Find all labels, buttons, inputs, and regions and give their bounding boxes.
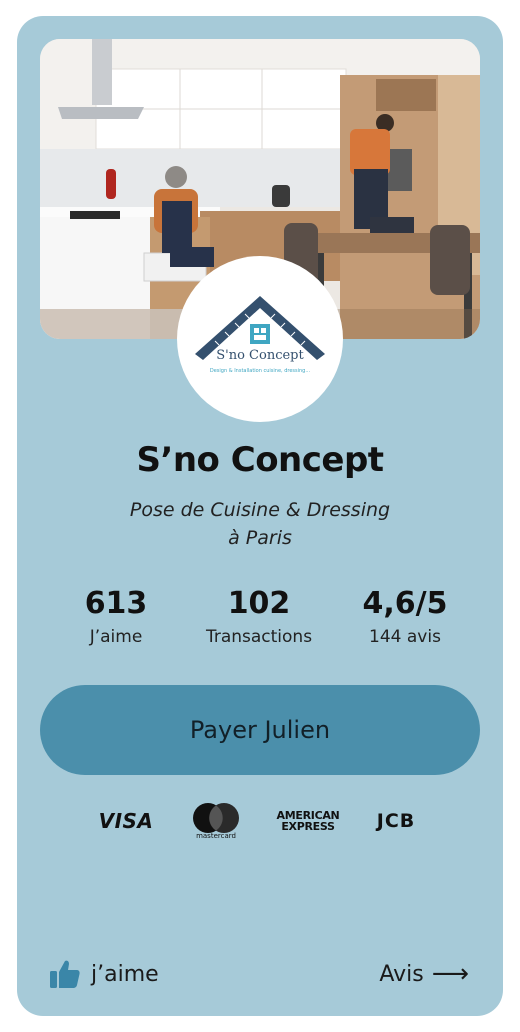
stat-transactions: 102 Transactions bbox=[189, 586, 329, 648]
business-tagline: Pose de Cuisine & Dressing à Paris bbox=[97, 496, 423, 552]
business-name: S’no Concept bbox=[136, 440, 384, 480]
card-footer: j’aime Avis ⟶ bbox=[17, 952, 503, 996]
like-label: j’aime bbox=[91, 961, 159, 987]
stat-likes-label: J’aime bbox=[89, 627, 143, 647]
logo-icon: S'no Concept Design & Installation cuisi… bbox=[195, 296, 325, 374]
tagline-line-2: à Paris bbox=[228, 527, 292, 549]
stat-rating-value: 4,6/5 bbox=[362, 586, 448, 621]
amex-logo: AMERICAN EXPRESS bbox=[272, 796, 344, 846]
mastercard-text: mastercard bbox=[196, 832, 236, 840]
logo-text: S'no Concept bbox=[216, 348, 304, 363]
mastercard-icon bbox=[193, 803, 239, 833]
visa-text: VISA bbox=[98, 809, 154, 833]
jcb-text: JCB bbox=[376, 810, 416, 832]
stat-likes-value: 613 bbox=[84, 586, 148, 621]
thumbs-up-icon bbox=[50, 960, 80, 988]
jcb-logo: JCB bbox=[363, 796, 429, 846]
reviews-label: Avis bbox=[379, 961, 424, 987]
business-logo: S'no Concept Design & Installation cuisi… bbox=[177, 256, 343, 422]
logo-subtext: Design & Installation cuisine, dressing.… bbox=[210, 368, 311, 374]
stat-rating: 4,6/5 144 avis bbox=[335, 586, 475, 648]
reviews-button[interactable]: Avis ⟶ bbox=[379, 956, 469, 992]
stat-rating-label: 144 avis bbox=[369, 627, 441, 647]
business-card: S'no Concept Design & Installation cuisi… bbox=[17, 16, 503, 1016]
stat-likes: 613 J’aime bbox=[51, 586, 181, 648]
stat-transactions-value: 102 bbox=[227, 586, 291, 621]
arrow-right-icon: ⟶ bbox=[431, 959, 469, 989]
visa-logo: VISA bbox=[95, 796, 157, 846]
payment-methods: VISA mastercard AMERICAN EXPRESS JCB bbox=[17, 796, 503, 846]
like-button[interactable]: j’aime bbox=[49, 956, 159, 992]
pay-button[interactable]: Payer Julien bbox=[40, 685, 480, 775]
mastercard-logo: mastercard bbox=[189, 796, 243, 846]
amex-line-2: EXPRESS bbox=[281, 820, 335, 833]
tagline-line-1: Pose de Cuisine & Dressing bbox=[129, 499, 391, 521]
stat-transactions-label: Transactions bbox=[205, 627, 313, 647]
stats-row: 613 J’aime 102 Transactions 4,6/5 144 av… bbox=[17, 586, 503, 656]
